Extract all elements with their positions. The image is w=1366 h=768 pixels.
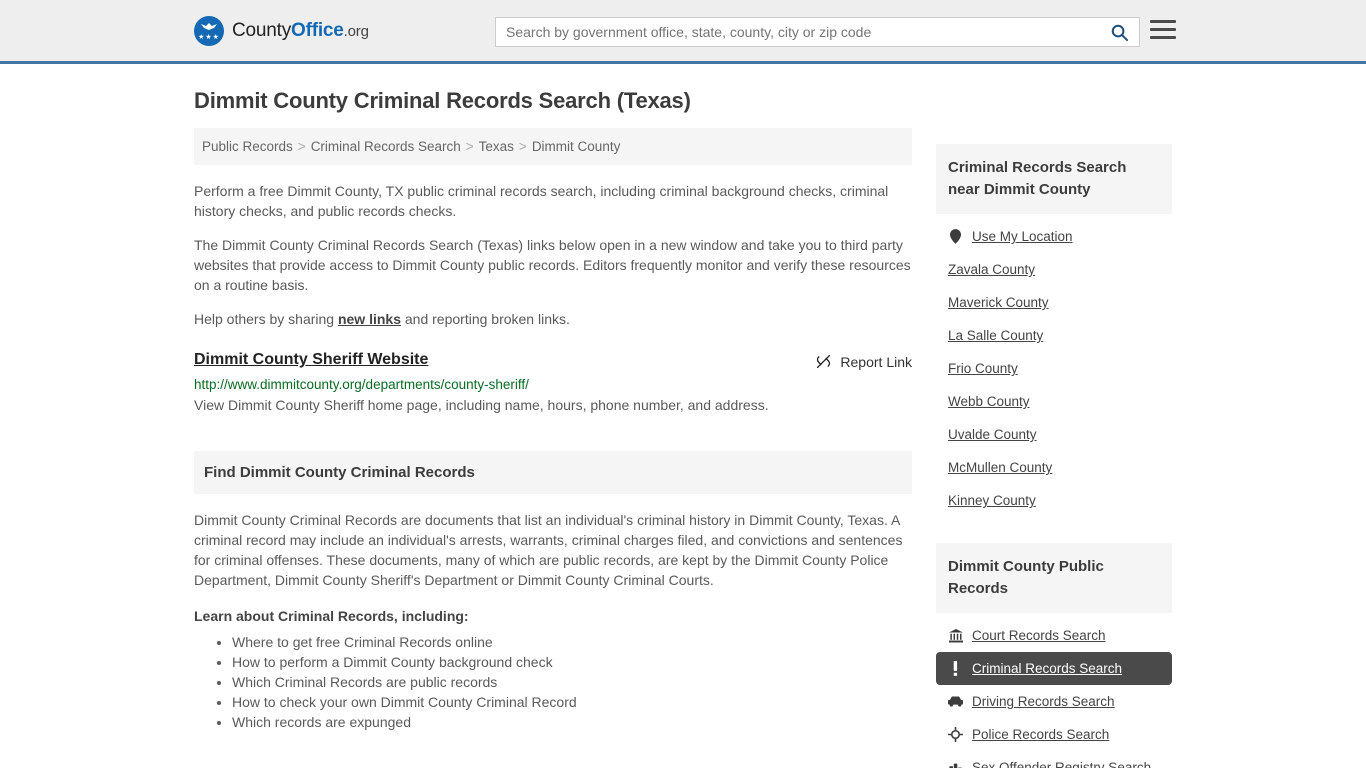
sidebar-nearby-list: Use My Location Zavala County Maverick C… — [936, 214, 1172, 517]
sidebar-link-label[interactable]: Driving Records Search — [972, 694, 1115, 709]
result-header: Dimmit County Sheriff Website Report Lin… — [194, 351, 912, 370]
content-row: Public Records > Criminal Records Search > T… — [194, 128, 1172, 768]
car-icon — [948, 694, 963, 709]
police-badge-icon — [948, 727, 963, 742]
sidebar-public-records-list: Court Records Search Criminal Records Se… — [936, 613, 1172, 768]
eagle-icon — [201, 22, 217, 30]
sidebar-item-maverick-county[interactable]: Maverick County — [936, 286, 1172, 319]
sidebar-item-uvalde-county[interactable]: Uvalde County — [936, 418, 1172, 451]
sidebar-link-label[interactable]: Use My Location — [972, 229, 1073, 244]
sidebar-link-label[interactable]: Police Records Search — [972, 727, 1109, 742]
sidebar-item-court-records-search[interactable]: Court Records Search — [936, 619, 1172, 652]
hamburger-menu-icon[interactable] — [1150, 20, 1176, 39]
sidebar-public-records-heading: Dimmit County Public Records — [936, 543, 1172, 613]
intro-paragraph-2: The Dimmit County Criminal Records Searc… — [194, 237, 911, 293]
brand-text: CountyOffice.org — [232, 20, 369, 42]
sidebar-link-label[interactable]: McMullen County — [948, 460, 1052, 475]
report-link-label: Report Link — [840, 353, 912, 370]
map-pin-icon — [948, 229, 963, 244]
section-paragraph: Dimmit County Criminal Records are docum… — [194, 512, 903, 588]
learn-heading: Learn about Criminal Records, including: — [194, 608, 469, 624]
sidebar-link-label[interactable]: Zavala County — [948, 262, 1035, 277]
brand-prefix: County — [232, 19, 292, 41]
breadcrumb: Public Records > Criminal Records Search > T… — [194, 128, 912, 165]
list-item: Where to get free Criminal Records onlin… — [232, 632, 912, 652]
courthouse-icon — [948, 628, 963, 643]
list-item: Which records are expunged — [232, 712, 912, 732]
breadcrumb-separator: > — [297, 139, 306, 154]
sidebar-link-label[interactable]: Uvalde County — [948, 427, 1037, 442]
result-item: Dimmit County Sheriff Website Report Lin… — [194, 351, 912, 415]
countyoffice-logo-icon: ★★★ — [194, 15, 224, 46]
breadcrumb-item-3[interactable]: Dimmit County — [532, 139, 621, 154]
sidebar-item-use-my-location[interactable]: Use My Location — [936, 220, 1172, 253]
search-bar[interactable] — [495, 17, 1140, 47]
sidebar-item-sex-offender-registry-search[interactable]: Sex Offender Registry Search — [936, 751, 1172, 768]
search-icon — [1111, 24, 1128, 41]
result-url[interactable]: http://www.dimmitcounty.org/departments/… — [194, 377, 912, 392]
sidebar-item-driving-records-search[interactable]: Driving Records Search — [936, 685, 1172, 718]
sidebar-link-label[interactable]: Sex Offender Registry Search — [972, 760, 1151, 768]
report-link-button[interactable]: Report Link — [815, 351, 912, 370]
search-input[interactable] — [496, 18, 1099, 46]
brand-bold: Office — [291, 19, 344, 41]
page-container: Dimmit County Criminal Records Search (T… — [0, 88, 1366, 768]
breadcrumb-separator: > — [465, 139, 474, 154]
sidebar-item-criminal-records-search[interactable]: Criminal Records Search — [936, 652, 1172, 685]
sidebar-link-label[interactable]: Kinney County — [948, 493, 1036, 508]
sidebar-link-label[interactable]: Criminal Records Search — [972, 661, 1122, 676]
list-item: How to check your own Dimmit County Crim… — [232, 692, 912, 712]
breadcrumb-item-1[interactable]: Criminal Records Search — [311, 139, 461, 154]
section-body: Dimmit County Criminal Records are docum… — [194, 494, 912, 732]
help-prefix: Help others by sharing — [194, 311, 338, 327]
sidebar-item-webb-county[interactable]: Webb County — [936, 385, 1172, 418]
hamburger-bar — [1150, 20, 1176, 23]
building-icon — [948, 760, 963, 768]
sidebar-item-frio-county[interactable]: Frio County — [936, 352, 1172, 385]
sidebar-item-zavala-county[interactable]: Zavala County — [936, 253, 1172, 286]
breadcrumb-separator: > — [518, 139, 527, 154]
sidebar-item-mcmullen-county[interactable]: McMullen County — [936, 451, 1172, 484]
help-suffix: and reporting broken links. — [401, 311, 570, 327]
list-item: How to perform a Dimmit County backgroun… — [232, 652, 912, 672]
intro-paragraph-1: Perform a free Dimmit County, TX public … — [194, 183, 889, 219]
breadcrumb-item-2[interactable]: Texas — [479, 139, 514, 154]
sidebar-link-label[interactable]: Frio County — [948, 361, 1018, 376]
new-links-link[interactable]: new links — [338, 311, 401, 327]
exclamation-icon — [948, 661, 963, 676]
sidebar-nearby-heading: Criminal Records Search near Dimmit Coun… — [936, 144, 1172, 214]
broken-link-icon — [817, 354, 831, 369]
learn-list: Where to get free Criminal Records onlin… — [194, 632, 912, 732]
sidebar-item-police-records-search[interactable]: Police Records Search — [936, 718, 1172, 751]
list-item: Which Criminal Records are public record… — [232, 672, 912, 692]
section-heading: Find Dimmit County Criminal Records — [194, 451, 912, 494]
site-logo[interactable]: ★★★ CountyOffice.org — [194, 15, 369, 46]
sidebar-item-la-salle-county[interactable]: La Salle County — [936, 319, 1172, 352]
brand-suffix: .org — [343, 22, 369, 40]
sidebar-link-label[interactable]: Webb County — [948, 394, 1030, 409]
stars-icon: ★★★ — [198, 33, 220, 41]
hamburger-bar — [1150, 36, 1176, 39]
breadcrumb-item-0[interactable]: Public Records — [202, 139, 293, 154]
sidebar-item-kinney-county[interactable]: Kinney County — [936, 484, 1172, 517]
hamburger-bar — [1150, 28, 1176, 31]
sidebar-link-label[interactable]: Court Records Search — [972, 628, 1106, 643]
sidebar-link-label[interactable]: La Salle County — [948, 328, 1043, 343]
result-description: View Dimmit County Sheriff home page, in… — [194, 397, 769, 413]
main-column: Public Records > Criminal Records Search > T… — [194, 128, 912, 732]
site-header: ★★★ CountyOffice.org — [0, 0, 1366, 64]
sidebar-link-label[interactable]: Maverick County — [948, 295, 1049, 310]
sidebar: Criminal Records Search near Dimmit Coun… — [936, 128, 1172, 768]
result-title-link[interactable]: Dimmit County Sheriff Website — [194, 351, 428, 369]
search-button[interactable] — [1099, 18, 1139, 46]
help-paragraph: Help others by sharing new links and rep… — [194, 309, 912, 329]
page-title: Dimmit County Criminal Records Search (T… — [194, 88, 691, 113]
